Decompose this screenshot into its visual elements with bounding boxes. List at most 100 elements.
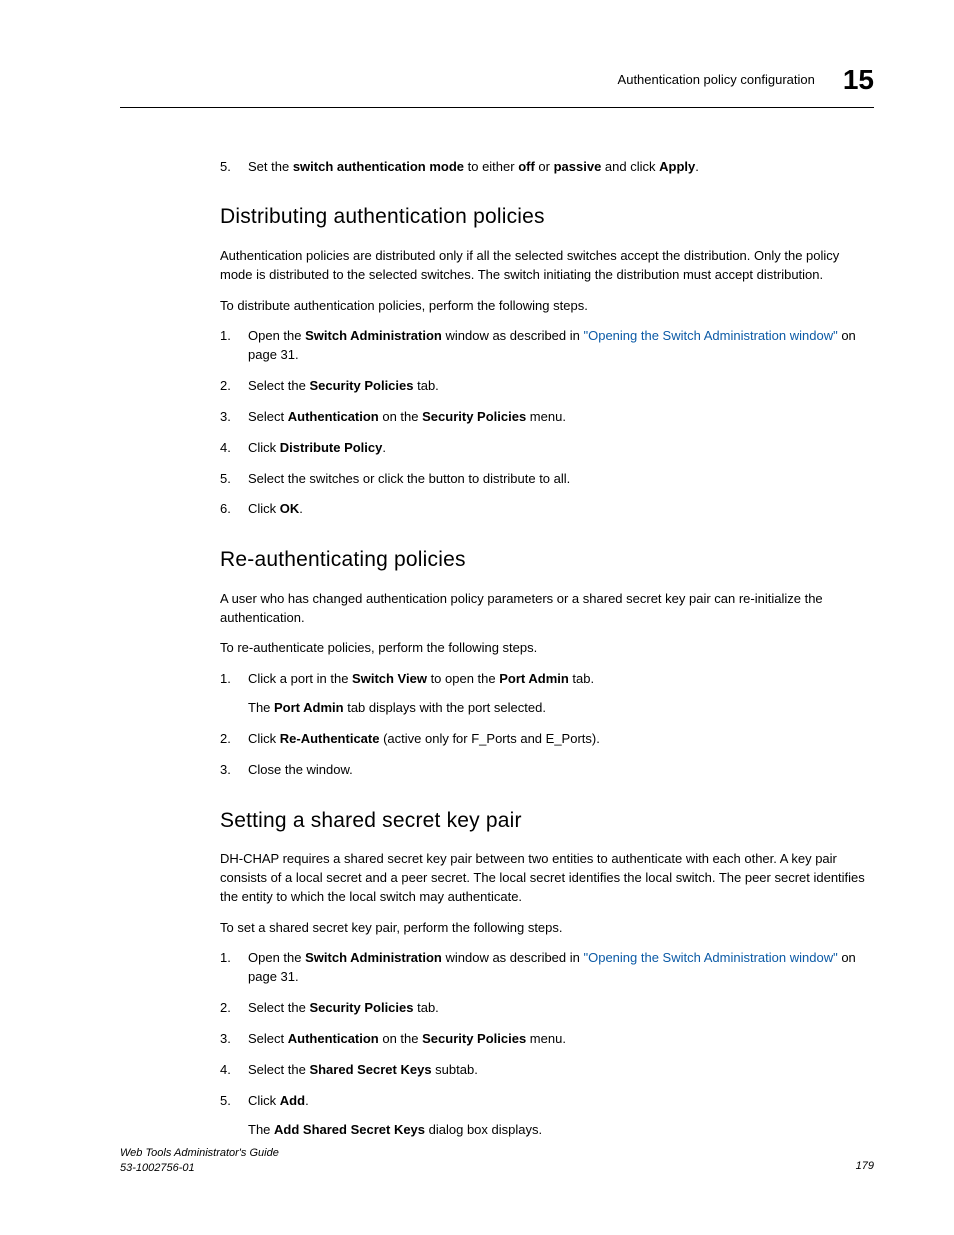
- paragraph: A user who has changed authentication po…: [220, 590, 874, 628]
- text: .: [382, 440, 386, 455]
- bold: Security Policies: [309, 1000, 413, 1015]
- page: Authentication policy configuration 15 S…: [0, 0, 954, 1235]
- step: Select the Shared Secret Keys subtab.: [220, 1061, 874, 1080]
- step: Open the Switch Administration window as…: [220, 949, 874, 987]
- text: Select: [248, 409, 288, 424]
- text: Open the: [248, 328, 305, 343]
- text: to open the: [427, 671, 499, 686]
- text: Click: [248, 501, 280, 516]
- text: window as described in: [442, 328, 584, 343]
- bold: Add Shared Secret Keys: [274, 1122, 425, 1137]
- step-sub: The Add Shared Secret Keys dialog box di…: [248, 1121, 874, 1140]
- text: on the: [379, 409, 422, 424]
- text: Select the: [248, 1000, 309, 1015]
- text: Click: [248, 440, 280, 455]
- step: Close the window.: [220, 761, 874, 780]
- chapter-number: 15: [843, 60, 874, 101]
- bold: OK: [280, 501, 300, 516]
- step: Click a port in the Switch View to open …: [220, 670, 874, 718]
- text: window as described in: [442, 950, 584, 965]
- paragraph: Authentication policies are distributed …: [220, 247, 874, 285]
- page-footer: Web Tools Administrator's Guide 53-10027…: [120, 1146, 874, 1175]
- doc-number: 53-1002756-01: [120, 1161, 279, 1175]
- text: Set the: [248, 159, 293, 174]
- top-continued-list: Set the switch authentication mode to ei…: [220, 158, 874, 177]
- bold: Distribute Policy: [280, 440, 383, 455]
- text: Select the: [248, 378, 309, 393]
- page-header: Authentication policy configuration 15: [120, 60, 874, 101]
- text: menu.: [526, 1031, 566, 1046]
- steps-distributing: Open the Switch Administration window as…: [220, 327, 874, 519]
- bold: Security Policies: [422, 1031, 526, 1046]
- text: dialog box displays.: [425, 1122, 542, 1137]
- content: Set the switch authentication mode to ei…: [220, 158, 874, 1140]
- bold: switch authentication mode: [293, 159, 464, 174]
- header-rule: [120, 107, 874, 108]
- text: tab.: [414, 378, 439, 393]
- bold: passive: [554, 159, 602, 174]
- step-5-set-auth-mode: Set the switch authentication mode to ei…: [220, 158, 874, 177]
- paragraph: To distribute authentication policies, p…: [220, 297, 874, 316]
- text: Select the switches or click the button …: [248, 471, 570, 486]
- link-opening-switch-admin[interactable]: "Opening the Switch Administration windo…: [584, 328, 838, 343]
- bold: Switch Administration: [305, 950, 442, 965]
- text: or: [535, 159, 554, 174]
- text: to either: [464, 159, 518, 174]
- step: Click OK.: [220, 500, 874, 519]
- steps-reauth: Click a port in the Switch View to open …: [220, 670, 874, 779]
- text: subtab.: [432, 1062, 478, 1077]
- page-number: 179: [856, 1159, 874, 1175]
- text: Select the: [248, 1062, 309, 1077]
- bold: Switch Administration: [305, 328, 442, 343]
- link-opening-switch-admin[interactable]: "Opening the Switch Administration windo…: [584, 950, 838, 965]
- step: Select Authentication on the Security Po…: [220, 1030, 874, 1049]
- step: Select the Security Policies tab.: [220, 377, 874, 396]
- text: .: [299, 501, 303, 516]
- steps-shared-secret: Open the Switch Administration window as…: [220, 949, 874, 1139]
- text: Click a port in the: [248, 671, 352, 686]
- text: Select: [248, 1031, 288, 1046]
- text: menu.: [526, 409, 566, 424]
- text: Close the window.: [248, 762, 353, 777]
- bold: Security Policies: [309, 378, 413, 393]
- step: Select Authentication on the Security Po…: [220, 408, 874, 427]
- bold: Port Admin: [499, 671, 569, 686]
- step: Select the Security Policies tab.: [220, 999, 874, 1018]
- text: The: [248, 700, 274, 715]
- text: tab displays with the port selected.: [344, 700, 546, 715]
- text: Click: [248, 731, 280, 746]
- header-title: Authentication policy configuration: [618, 71, 815, 90]
- heading-reauth: Re-authenticating policies: [220, 545, 874, 575]
- step: Select the switches or click the button …: [220, 470, 874, 489]
- bold: Switch View: [352, 671, 427, 686]
- step: Click Re-Authenticate (active only for F…: [220, 730, 874, 749]
- step: Click Add. The Add Shared Secret Keys di…: [220, 1092, 874, 1140]
- footer-left: Web Tools Administrator's Guide 53-10027…: [120, 1146, 279, 1175]
- doc-title: Web Tools Administrator's Guide: [120, 1146, 279, 1160]
- text: (active only for F_Ports and E_Ports).: [379, 731, 599, 746]
- bold: Authentication: [288, 409, 379, 424]
- text: tab.: [569, 671, 594, 686]
- bold: Shared Secret Keys: [309, 1062, 431, 1077]
- bold: Re-Authenticate: [280, 731, 380, 746]
- bold: Port Admin: [274, 700, 344, 715]
- paragraph: To re-authenticate policies, perform the…: [220, 639, 874, 658]
- text: Click: [248, 1093, 280, 1108]
- bold: off: [518, 159, 535, 174]
- paragraph: To set a shared secret key pair, perform…: [220, 919, 874, 938]
- step: Click Distribute Policy.: [220, 439, 874, 458]
- bold: Add: [280, 1093, 305, 1108]
- text: on the: [379, 1031, 422, 1046]
- bold: Security Policies: [422, 409, 526, 424]
- text: .: [305, 1093, 309, 1108]
- step-sub: The Port Admin tab displays with the por…: [248, 699, 874, 718]
- text: The: [248, 1122, 274, 1137]
- text: Open the: [248, 950, 305, 965]
- text: .: [695, 159, 699, 174]
- heading-distributing: Distributing authentication policies: [220, 202, 874, 232]
- heading-shared-secret: Setting a shared secret key pair: [220, 806, 874, 836]
- bold: Apply: [659, 159, 695, 174]
- text: and click: [601, 159, 659, 174]
- step: Open the Switch Administration window as…: [220, 327, 874, 365]
- bold: Authentication: [288, 1031, 379, 1046]
